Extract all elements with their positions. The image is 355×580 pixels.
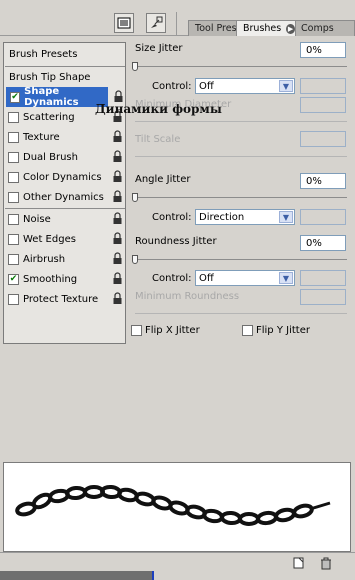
roundness-control-select[interactable]: Off ▼ bbox=[195, 270, 295, 286]
size-jitter-field[interactable]: 0% bbox=[300, 42, 346, 58]
size-jitter-label: Size Jitter bbox=[135, 43, 183, 54]
tab-tool-presets[interactable]: Tool Prese bbox=[188, 20, 240, 36]
angle-jitter-slider[interactable] bbox=[133, 197, 347, 198]
list-item-shape-dynamics[interactable]: ✔ Shape Dynamics bbox=[6, 86, 108, 108]
header-divider bbox=[176, 12, 177, 36]
new-brush-icon[interactable] bbox=[292, 557, 305, 569]
checkbox-icon[interactable] bbox=[8, 191, 19, 203]
minimum-roundness-label: Minimum Roundness bbox=[135, 291, 240, 302]
roundness-jitter-slider[interactable] bbox=[133, 259, 347, 260]
roundness-control-extra-field bbox=[300, 270, 346, 286]
brush-options-list: Brush Presets Brush Tip Shape ✔ Shape Dyn… bbox=[3, 42, 126, 344]
size-control-label: Control: bbox=[152, 81, 192, 92]
checkbox-icon[interactable]: ✔ bbox=[8, 273, 19, 285]
list-item-protect-texture[interactable]: Protect Texture bbox=[8, 289, 125, 309]
flip-y-label: Flip Y Jitter bbox=[256, 325, 310, 336]
list-item-wet-edges[interactable]: Wet Edges bbox=[8, 229, 125, 249]
flip-x-label: Flip X Jitter bbox=[145, 325, 200, 336]
checkbox-icon[interactable] bbox=[8, 151, 19, 163]
checkbox-icon[interactable] bbox=[8, 111, 19, 123]
minimum-diameter-label: Minimum Diameter bbox=[135, 99, 232, 110]
angle-control-label: Control: bbox=[152, 212, 192, 223]
roundness-jitter-label: Roundness Jitter bbox=[135, 236, 217, 247]
brush-tip-shape-item[interactable]: Brush Tip Shape bbox=[9, 67, 126, 87]
checkbox-icon[interactable] bbox=[8, 253, 19, 265]
angle-jitter-label: Angle Jitter bbox=[135, 174, 191, 185]
lock-icon[interactable] bbox=[112, 292, 123, 305]
list-item-dual-brush[interactable]: Dual Brush bbox=[8, 147, 125, 167]
chain-stroke-image bbox=[15, 484, 331, 526]
list-item-noise[interactable]: Noise bbox=[8, 209, 125, 229]
angle-jitter-slider-thumb[interactable] bbox=[132, 193, 138, 202]
panel-menu-icon[interactable]: ▶ bbox=[286, 23, 295, 34]
list-item-airbrush[interactable]: Airbrush bbox=[8, 249, 125, 269]
status-marker bbox=[152, 571, 154, 580]
checkbox-icon[interactable] bbox=[8, 171, 19, 183]
checkbox-icon[interactable] bbox=[8, 293, 19, 305]
chevron-down-icon[interactable]: ▼ bbox=[279, 272, 293, 284]
checkbox-icon[interactable] bbox=[8, 131, 19, 143]
roundness-jitter-field[interactable]: 0% bbox=[300, 235, 346, 251]
flip-x-checkbox[interactable] bbox=[131, 325, 142, 336]
tilt-scale-field bbox=[300, 131, 346, 147]
minimum-roundness-field bbox=[300, 289, 346, 305]
lock-icon[interactable] bbox=[112, 252, 123, 265]
minimum-diameter-field bbox=[300, 97, 346, 113]
flip-y-checkbox[interactable] bbox=[242, 325, 253, 336]
brushes-palette-icon[interactable] bbox=[114, 13, 134, 33]
tab-comps[interactable]: Comps bbox=[294, 20, 355, 36]
trash-icon[interactable] bbox=[320, 557, 332, 570]
tool-preset-icon[interactable] bbox=[146, 13, 166, 33]
lock-icon[interactable] bbox=[112, 150, 123, 163]
lock-icon[interactable] bbox=[112, 232, 123, 245]
brush-stroke-preview bbox=[3, 462, 351, 552]
angle-jitter-field[interactable]: 0% bbox=[300, 173, 346, 189]
roundness-jitter-slider-thumb[interactable] bbox=[132, 255, 138, 264]
lock-icon[interactable] bbox=[112, 170, 123, 183]
angle-control-extra-field bbox=[300, 209, 346, 225]
list-item-color-dynamics[interactable]: Color Dynamics bbox=[8, 167, 125, 187]
minimum-diameter-slider bbox=[135, 121, 347, 122]
lock-icon[interactable] bbox=[112, 212, 123, 225]
lock-icon[interactable] bbox=[112, 272, 123, 285]
size-jitter-slider[interactable] bbox=[133, 66, 347, 67]
size-control-select[interactable]: Off ▼ bbox=[195, 78, 295, 94]
tab-brushes[interactable]: Brushes ▶ bbox=[236, 20, 296, 36]
tilt-scale-slider bbox=[135, 156, 347, 157]
chevron-down-icon[interactable]: ▼ bbox=[279, 211, 293, 223]
tilt-scale-label: Tilt Scale bbox=[135, 134, 181, 145]
size-control-extra-field bbox=[300, 78, 346, 94]
checkbox-icon[interactable] bbox=[8, 233, 19, 245]
minimum-roundness-slider bbox=[135, 313, 347, 314]
checkbox-icon[interactable] bbox=[8, 213, 19, 225]
roundness-control-label: Control: bbox=[152, 273, 192, 284]
lock-icon[interactable] bbox=[112, 130, 123, 143]
size-jitter-slider-thumb[interactable] bbox=[132, 62, 138, 71]
checkbox-icon[interactable]: ✔ bbox=[10, 91, 21, 103]
list-item-other-dynamics[interactable]: Other Dynamics bbox=[8, 187, 125, 207]
brush-presets-item[interactable]: Brush Presets bbox=[9, 44, 126, 64]
list-item-smoothing[interactable]: ✔ Smoothing bbox=[8, 269, 125, 289]
list-item-texture[interactable]: Texture bbox=[8, 127, 125, 147]
angle-control-select[interactable]: Direction ▼ bbox=[195, 209, 295, 225]
chevron-down-icon[interactable]: ▼ bbox=[279, 80, 293, 92]
status-strip bbox=[0, 571, 152, 580]
lock-icon[interactable] bbox=[112, 190, 123, 203]
